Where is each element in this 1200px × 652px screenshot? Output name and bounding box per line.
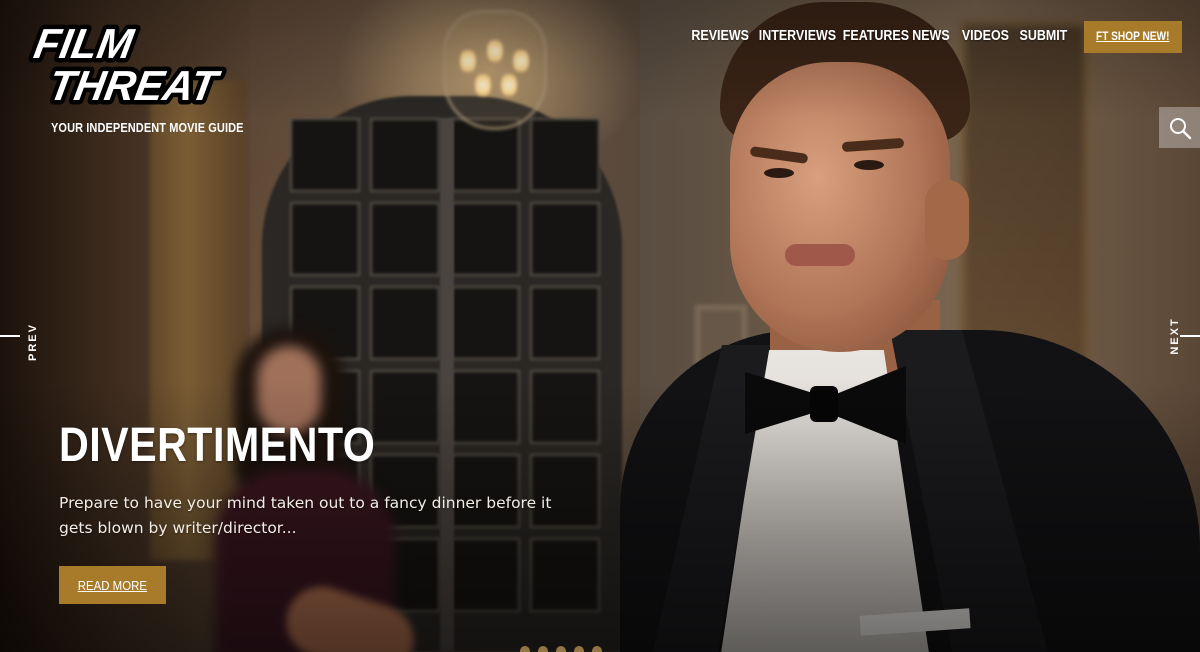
slider-dot[interactable]	[592, 646, 602, 652]
nav-reviews[interactable]: REVIEWS	[691, 28, 749, 44]
read-more-label: READ MORE	[77, 577, 148, 593]
slider-dot[interactable]	[538, 646, 548, 652]
slider-prev-label: PREV	[27, 323, 39, 361]
svg-text:THREAT: THREAT	[45, 62, 224, 108]
slider-dot[interactable]	[574, 646, 584, 652]
site-tagline: YOUR INDEPENDENT MOVIE GUIDE	[51, 121, 244, 135]
slider-dots	[520, 646, 602, 652]
shop-button[interactable]: FT SHOP NEW!	[1084, 21, 1182, 53]
site-logo[interactable]: FILM THREAT	[18, 14, 256, 108]
slider-dot[interactable]	[556, 646, 566, 652]
slider-dot[interactable]	[520, 646, 530, 652]
search-icon	[1169, 117, 1191, 139]
slider-next-button[interactable]: NEXT	[1155, 316, 1200, 361]
search-button[interactable]	[1159, 107, 1200, 148]
slider-prev-button[interactable]: PREV	[0, 316, 45, 361]
nav-features[interactable]: FEATURES	[843, 28, 909, 44]
nav-submit[interactable]: SUBMIT	[1020, 28, 1068, 44]
svg-text:FILM: FILM	[31, 20, 138, 67]
main-nav: REVIEWS INTERVIEWS FEATURES NEWS VIDEOS …	[684, 28, 1068, 44]
nav-news[interactable]: NEWS	[912, 28, 952, 44]
slide-title[interactable]: DIVERTIMENTO	[59, 418, 375, 473]
next-line-icon	[1180, 335, 1200, 337]
read-more-button[interactable]: READ MORE	[59, 566, 166, 604]
nav-interviews[interactable]: INTERVIEWS	[759, 28, 836, 44]
slide-excerpt: Prepare to have your mind taken out to a…	[59, 494, 552, 537]
shop-button-label: FT SHOP NEW!	[1096, 31, 1170, 43]
prev-line-icon	[0, 335, 20, 337]
nav-videos[interactable]: VIDEOS	[962, 28, 1009, 44]
